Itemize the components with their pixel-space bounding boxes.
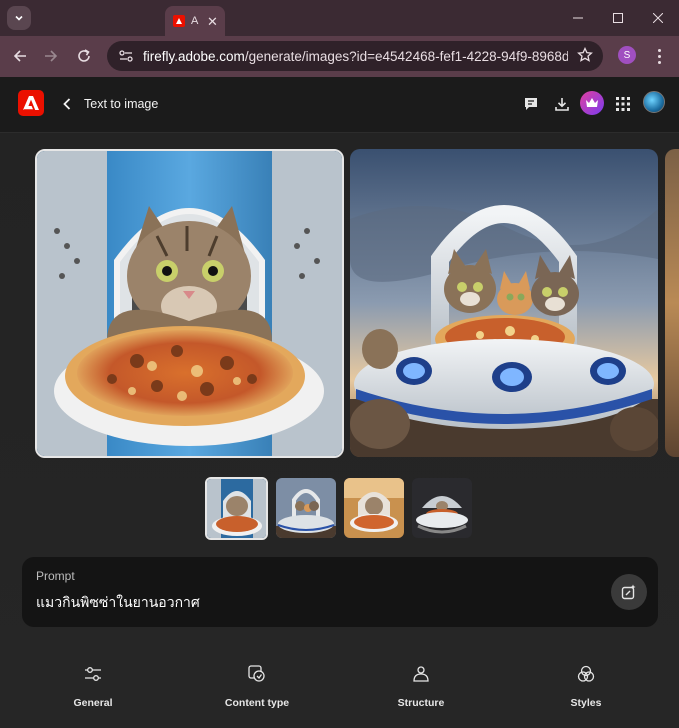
chevron-down-icon	[15, 15, 23, 21]
thumbnail-strip	[205, 477, 472, 540]
site-info-icon[interactable]	[117, 47, 135, 65]
nav-content-type[interactable]: Content type	[207, 663, 307, 709]
thumbnail-1[interactable]	[205, 477, 268, 540]
address-bar[interactable]: firefly.adobe.com/generate/images?id=e45…	[107, 41, 603, 71]
adobe-favicon-icon	[173, 15, 185, 27]
browser-profile-avatar[interactable]: S	[618, 46, 636, 64]
apps-grid-icon[interactable]	[612, 93, 634, 115]
prompt-action-button[interactable]	[611, 574, 647, 610]
maximize-icon	[613, 13, 623, 23]
thumbnail-2[interactable]	[276, 478, 336, 538]
arrow-left-icon	[13, 50, 26, 62]
back-button[interactable]	[8, 44, 32, 68]
reload-icon	[78, 49, 90, 62]
maximize-window-button[interactable]	[598, 0, 638, 36]
prompt-panel: Prompt แมวกินพิซซ่าในยานอวกาศ	[22, 557, 658, 627]
styles-icon	[575, 663, 597, 685]
browser-tab[interactable]: A ✕	[165, 6, 225, 36]
back-chevron-icon[interactable]	[60, 94, 74, 114]
minimize-window-button[interactable]	[558, 0, 598, 36]
premium-crown-icon[interactable]	[580, 91, 604, 115]
nav-general[interactable]: General	[43, 663, 143, 709]
content-type-icon	[246, 663, 268, 685]
app-header: Text to image	[0, 77, 679, 133]
close-window-button[interactable]	[638, 0, 678, 36]
cat-pizza-image	[37, 151, 342, 456]
adobe-logo-icon[interactable]	[18, 90, 44, 116]
prompt-input[interactable]: แมวกินพิซซ่าในยานอวกาศ	[36, 592, 200, 614]
minimize-icon	[573, 17, 583, 19]
generated-image-2[interactable]	[350, 149, 658, 457]
settings-bottom-nav: General Content type Structure Styles	[0, 663, 679, 723]
prompt-label: Prompt	[36, 569, 75, 583]
cats-ufo-image	[350, 149, 658, 457]
browser-tab-bar: A ✕	[0, 0, 679, 36]
nav-general-label: General	[73, 697, 113, 709]
forward-button[interactable]	[39, 44, 63, 68]
arrow-right-icon	[45, 50, 58, 62]
browser-menu-icon[interactable]	[652, 45, 666, 67]
reload-button[interactable]	[72, 44, 96, 68]
generation-stage: Prompt แมวกินพิซซ่าในยานอวกาศ General Co…	[0, 133, 679, 728]
bookmark-star-icon[interactable]	[577, 46, 593, 68]
browser-toolbar: firefly.adobe.com/generate/images?id=e45…	[0, 36, 679, 77]
close-icon	[653, 13, 663, 23]
magic-edit-icon	[621, 584, 636, 600]
nav-structure[interactable]: Structure	[371, 663, 471, 709]
nav-content-type-label: Content type	[224, 697, 290, 709]
generated-image-main[interactable]	[35, 149, 344, 458]
tab-search-button[interactable]	[7, 6, 31, 30]
url-text: firefly.adobe.com/generate/images?id=e45…	[143, 48, 568, 64]
structure-icon	[410, 663, 432, 685]
user-avatar[interactable]	[643, 91, 665, 113]
generated-image-3-partial[interactable]	[665, 149, 679, 457]
page-title: Text to image	[84, 97, 159, 111]
tab-close-icon[interactable]: ✕	[207, 15, 218, 28]
thumbnail-3[interactable]	[344, 478, 404, 538]
feedback-icon[interactable]	[520, 93, 542, 115]
sliders-icon	[82, 663, 104, 685]
nav-styles-label: Styles	[570, 697, 602, 709]
thumbnail-4[interactable]	[412, 478, 472, 538]
tab-title: A	[191, 15, 199, 27]
nav-structure-label: Structure	[397, 697, 445, 709]
nav-styles[interactable]: Styles	[536, 663, 636, 709]
download-icon[interactable]	[551, 93, 573, 115]
